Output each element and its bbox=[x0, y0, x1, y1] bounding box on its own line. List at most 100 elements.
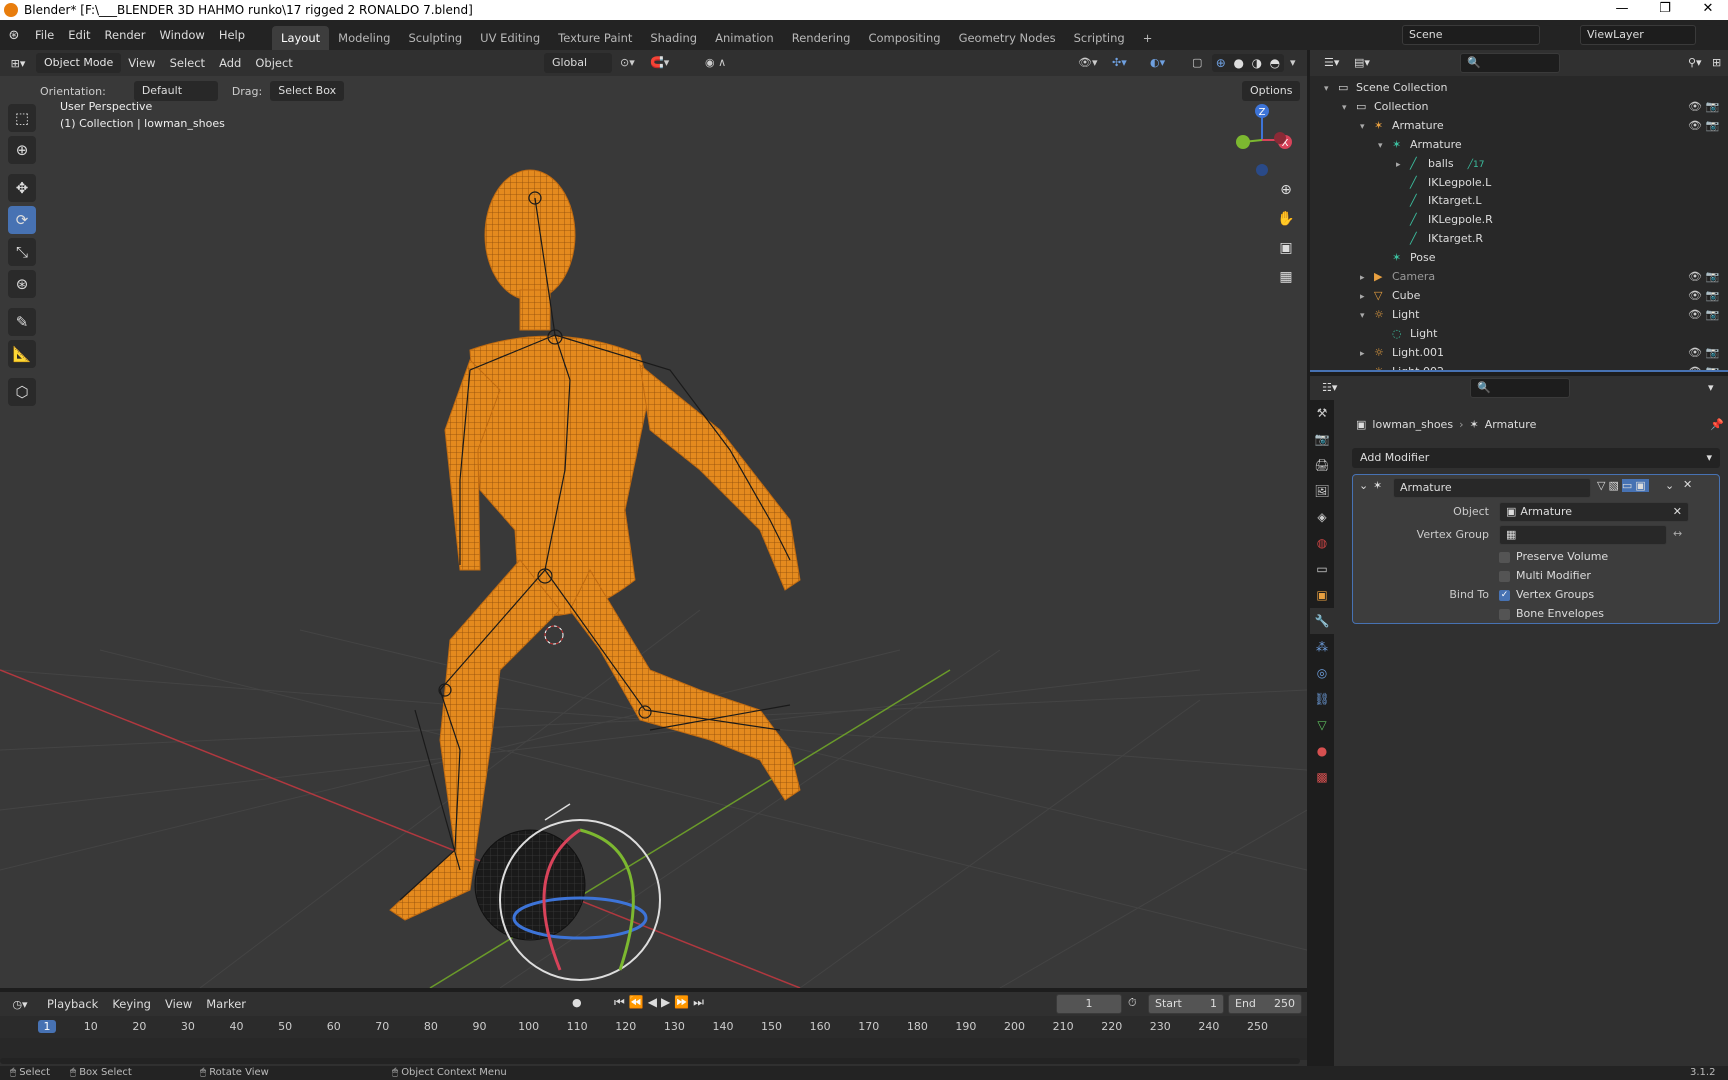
blender-menu-icon[interactable]: ⊛ bbox=[0, 28, 28, 43]
tab-rendering[interactable]: Rendering bbox=[783, 26, 860, 50]
visibility-toggle-icon[interactable]: 👁 📷 bbox=[1688, 305, 1719, 324]
add-modifier-button[interactable]: Add Modifier ▾ bbox=[1352, 448, 1720, 468]
tab-scripting[interactable]: Scripting bbox=[1065, 26, 1134, 50]
object-tab-icon[interactable]: ▣ bbox=[1310, 582, 1334, 608]
scale-icon[interactable]: ⤡ bbox=[8, 238, 36, 266]
bone-envelopes-checkbox[interactable]: Bone Envelopes bbox=[1499, 607, 1604, 620]
outliner-row[interactable]: ✶ Pose bbox=[1378, 248, 1435, 267]
outliner-row[interactable]: ▸ ☼ Light.001 bbox=[1360, 343, 1444, 362]
properties-editor-icon[interactable]: ☷▾ bbox=[1322, 381, 1337, 394]
scene-selector[interactable]: Scene bbox=[1402, 25, 1540, 45]
outliner-row[interactable]: ▸ ▽ Cube bbox=[1360, 286, 1420, 305]
modifier-tab-icon[interactable]: 🔧 bbox=[1310, 608, 1334, 634]
ortho-grid-icon[interactable]: ▦ bbox=[1273, 264, 1299, 290]
character-mesh[interactable] bbox=[389, 169, 801, 921]
camera-view-icon[interactable]: ▣ bbox=[1273, 235, 1299, 261]
new-collection-icon[interactable]: ⊞ bbox=[1712, 56, 1721, 69]
tab-uv-editing[interactable]: UV Editing bbox=[471, 26, 549, 50]
menu-edit[interactable]: Edit bbox=[61, 20, 97, 50]
outliner-search-input[interactable]: 🔍 bbox=[1460, 53, 1560, 73]
data-tab-icon[interactable]: ▽ bbox=[1310, 712, 1334, 738]
cursor-icon[interactable]: ⊕ bbox=[8, 136, 36, 164]
current-frame-field[interactable]: 1 bbox=[1056, 994, 1122, 1014]
start-frame-field[interactable]: Start 1 bbox=[1148, 994, 1224, 1014]
constraints-tab-icon[interactable]: ⛓ bbox=[1310, 686, 1334, 712]
material-tab-icon[interactable]: ● bbox=[1310, 738, 1334, 764]
visibility-toggle-icon[interactable]: 👁 📷 bbox=[1688, 343, 1719, 362]
move-icon[interactable]: ✥ bbox=[8, 174, 36, 202]
disclosure-triangle-icon[interactable]: ▾ bbox=[1360, 307, 1374, 326]
keyframe-area[interactable] bbox=[0, 1038, 1307, 1060]
tab-animation[interactable]: Animation bbox=[706, 26, 783, 50]
visibility-icon[interactable]: 👁▾ bbox=[1078, 56, 1098, 69]
tab-texture-paint[interactable]: Texture Paint bbox=[549, 26, 641, 50]
outliner-row[interactable]: ▾ ☼ Light bbox=[1360, 305, 1419, 324]
menu-render[interactable]: Render bbox=[98, 20, 153, 50]
vertex-groups-checkbox[interactable]: ✓ Vertex Groups bbox=[1499, 588, 1594, 601]
outliner-row[interactable]: ╱ IKLegpole.R bbox=[1396, 210, 1493, 229]
soccer-ball-mesh[interactable] bbox=[474, 829, 586, 941]
vertex-group-field[interactable]: ▦ bbox=[1499, 525, 1667, 545]
outliner-row[interactable]: ╱ IKtarget.R bbox=[1396, 229, 1483, 248]
frame-ruler[interactable]: 1 10 20 30 40 50 60 70 80 90 100 110 120 130 140 150 160… bbox=[0, 1016, 1307, 1038]
menu-marker[interactable]: Marker bbox=[199, 989, 253, 1019]
overlay-toggle-icon[interactable]: ◐▾ bbox=[1150, 56, 1165, 69]
restore-icon[interactable]: ❐ bbox=[1645, 0, 1685, 20]
pin-icon[interactable]: 📌 bbox=[1710, 418, 1724, 431]
collection-tab-icon[interactable]: ▭ bbox=[1310, 556, 1334, 582]
viewport-canvas[interactable]: Z X bbox=[0, 50, 1307, 988]
render-tab-icon[interactable]: 📷 bbox=[1310, 426, 1334, 452]
3d-viewport[interactable]: Z X User Perspective (1) Collection | lo… bbox=[0, 50, 1307, 988]
tab-layout[interactable]: Layout bbox=[272, 26, 330, 50]
disclosure-triangle-icon[interactable]: ▾ bbox=[1324, 80, 1338, 99]
outliner-editor-icon[interactable]: ☰▾ bbox=[1324, 56, 1339, 69]
disclosure-triangle-icon[interactable]: ▾ bbox=[1378, 137, 1392, 156]
multi-modifier-checkbox[interactable]: Multi Modifier bbox=[1499, 569, 1591, 582]
zoom-icon[interactable]: ⊕ bbox=[1273, 177, 1299, 203]
playhead-frame[interactable]: 1 bbox=[38, 1020, 56, 1033]
display-mode-icon[interactable]: ▤▾ bbox=[1354, 56, 1370, 69]
outliner-row[interactable]: ▾ ✶ Armature bbox=[1378, 135, 1462, 154]
timeline-editor-icon[interactable]: ◷▾ bbox=[0, 998, 40, 1011]
modifier-menu-icon[interactable]: ⌄ bbox=[1665, 479, 1674, 492]
outliner-row[interactable]: ▾ ▭ Collection bbox=[1342, 97, 1428, 116]
menu-select[interactable]: Select bbox=[163, 48, 212, 78]
menu-playback[interactable]: Playback bbox=[40, 989, 105, 1019]
visibility-toggle-icon[interactable]: 👁 📷 bbox=[1688, 116, 1719, 135]
scene-tab-icon[interactable]: ◈ bbox=[1310, 504, 1334, 530]
outliner-row[interactable]: ╱ IKtarget.L bbox=[1396, 191, 1482, 210]
filter-icon[interactable]: ⚲▾ bbox=[1688, 56, 1702, 69]
menu-window[interactable]: Window bbox=[152, 20, 211, 50]
record-icon[interactable]: ● bbox=[572, 996, 582, 1009]
editor-type-icon[interactable]: ⊞▾ bbox=[0, 57, 36, 70]
transform-icon[interactable]: ⊛ bbox=[8, 270, 36, 298]
transform-orientation-selector[interactable]: Global bbox=[544, 53, 612, 73]
orientation-selector[interactable]: Default bbox=[133, 81, 218, 101]
visibility-toggle-icon[interactable]: 👁 📷 bbox=[1688, 286, 1719, 305]
shading-options-icon[interactable]: ▾ bbox=[1290, 56, 1296, 69]
modifier-visibility-toggles[interactable]: ▽▧▭▣ bbox=[1597, 479, 1649, 492]
outliner-row[interactable]: ▾ ▭ Scene Collection bbox=[1324, 78, 1447, 97]
outliner-row[interactable]: ▸ ▶ Camera bbox=[1360, 267, 1435, 286]
tab-sculpting[interactable]: Sculpting bbox=[399, 26, 471, 50]
outliner-row[interactable]: ▸ ╱ balls ╱17 bbox=[1396, 154, 1484, 173]
menu-timeline-view[interactable]: View bbox=[158, 989, 199, 1019]
mode-selector[interactable]: Object Mode bbox=[36, 53, 122, 73]
menu-help[interactable]: Help bbox=[212, 20, 252, 50]
collapse-chevron-icon[interactable]: ⌄ bbox=[1359, 479, 1368, 492]
outliner-row[interactable]: ◌ Light bbox=[1378, 324, 1437, 343]
tool-tab-icon[interactable]: ⚒ bbox=[1310, 400, 1334, 426]
view-layer-selector[interactable]: ViewLayer bbox=[1580, 25, 1696, 45]
modifier-name-field[interactable]: Armature bbox=[1393, 478, 1591, 498]
outliner-row[interactable]: ▾ ✶ Armature bbox=[1360, 116, 1444, 135]
menu-file[interactable]: File bbox=[28, 20, 61, 50]
menu-view[interactable]: View bbox=[121, 48, 162, 78]
physics-tab-icon[interactable]: ◎ bbox=[1310, 660, 1334, 686]
close-window-icon[interactable]: ✕ bbox=[1688, 0, 1728, 20]
properties-search-input[interactable]: 🔍 bbox=[1470, 378, 1570, 398]
add-cube-icon[interactable]: ⬡ bbox=[8, 378, 36, 406]
texture-tab-icon[interactable]: ▩ bbox=[1310, 764, 1334, 790]
tab-shading[interactable]: Shading bbox=[641, 26, 706, 50]
drag-selector[interactable]: Select Box bbox=[270, 81, 345, 101]
preserve-volume-checkbox[interactable]: Preserve Volume bbox=[1499, 550, 1608, 563]
